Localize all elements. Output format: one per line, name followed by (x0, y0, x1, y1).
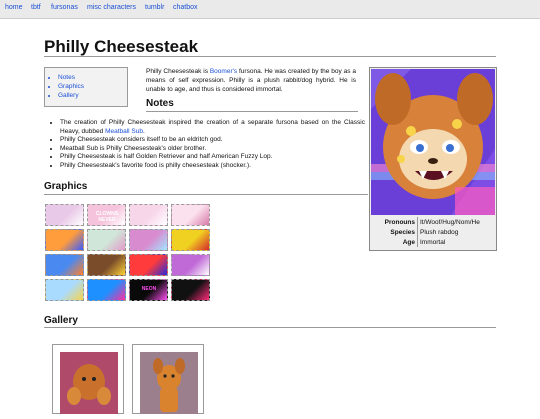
graphic-stamp[interactable]: CLOWNS NEVER (87, 204, 126, 226)
boomer-link[interactable]: Boomer's (210, 68, 237, 75)
info-table: Pronouns It/Woof/Hug/Nom/He Species Plus… (371, 217, 495, 247)
list-item: Philly Cheesesteak is half Golden Retrie… (60, 153, 365, 162)
graphic-stamp[interactable] (87, 254, 126, 276)
note-text: . (143, 127, 145, 135)
info-row-pronouns: Pronouns It/Woof/Hug/Nom/He (371, 217, 495, 227)
graphic-stamp[interactable] (45, 204, 84, 226)
list-item: The creation of Philly Cheesesteak inspi… (60, 119, 365, 136)
info-row-species: Species Plush rabdog (371, 227, 495, 237)
notes-divider (146, 111, 358, 112)
list-item: Philly Cheesesteak's favorite food is ph… (60, 162, 365, 171)
graphic-stamp[interactable] (129, 229, 168, 251)
intro-paragraph: Philly Cheesesteak is Boomer's fursona. … (146, 67, 356, 94)
top-nav: home tbtf fursonas misc characters tumbl… (0, 0, 540, 19)
graphics-stamps-grid: CLOWNS NEVER NEON (45, 204, 213, 304)
notes-heading: Notes (146, 98, 174, 109)
gallery-heading: Gallery (44, 315, 78, 326)
page-title: Philly Cheesesteak (44, 37, 199, 56)
graphic-stamp[interactable] (45, 229, 84, 251)
stamp-text: NEON (141, 286, 157, 292)
graphic-stamp[interactable] (129, 204, 168, 226)
graphic-stamp[interactable] (45, 279, 84, 301)
graphic-stamp[interactable] (171, 204, 210, 226)
graphic-stamp[interactable] (45, 254, 84, 276)
graphics-divider (44, 194, 368, 195)
gallery-thumbnail[interactable] (132, 344, 204, 414)
info-value: It/Woof/Hug/Nom/He (420, 218, 480, 226)
info-key: Age (371, 237, 418, 247)
toc-link-notes[interactable]: Notes (58, 74, 75, 81)
meatball-sub-link[interactable]: Meatball Sub (105, 128, 143, 135)
graphic-stamp[interactable] (129, 254, 168, 276)
list-item: Meatball Sub is Philly Cheesesteak's old… (60, 145, 365, 154)
toc-link-graphics[interactable]: Graphics (58, 83, 84, 90)
gallery-divider (44, 327, 496, 328)
info-value: Plush rabdog (420, 228, 459, 236)
nav-tumblr[interactable]: tumblr (145, 4, 164, 11)
graphic-stamp[interactable]: NEON (129, 279, 168, 301)
stamp-text: CLOWNS NEVER (95, 211, 119, 223)
toc-link-gallery[interactable]: Gallery (58, 92, 79, 99)
info-value: Immortal (420, 238, 446, 246)
graphic-stamp[interactable] (171, 254, 210, 276)
table-of-contents: Notes Graphics Gallery (44, 67, 128, 107)
nav-tbtf[interactable]: tbtf (31, 4, 41, 11)
graphic-stamp[interactable] (87, 279, 126, 301)
nav-misc-characters[interactable]: misc characters (87, 4, 136, 11)
graphic-stamp[interactable] (171, 229, 210, 251)
info-key: Species (371, 227, 418, 237)
list-item: Philly Cheesesteak considers itself to b… (60, 136, 365, 145)
character-portrait (371, 69, 495, 215)
character-infobox: Pronouns It/Woof/Hug/Nom/He Species Plus… (369, 67, 497, 251)
intro-text-start: Philly Cheesesteak is (146, 68, 210, 75)
info-row-age: Age Immortal (371, 237, 495, 247)
notes-list: The creation of Philly Cheesesteak inspi… (52, 119, 365, 170)
graphic-stamp[interactable] (87, 229, 126, 251)
title-divider (44, 56, 496, 57)
graphics-heading: Graphics (44, 181, 88, 192)
gallery-thumbnail[interactable] (52, 344, 124, 414)
info-key: Pronouns (371, 217, 418, 227)
nav-home[interactable]: home (5, 4, 23, 11)
nav-chatbox[interactable]: chatbox (173, 4, 198, 11)
graphic-stamp[interactable] (171, 279, 210, 301)
nav-fursonas[interactable]: fursonas (51, 4, 78, 11)
